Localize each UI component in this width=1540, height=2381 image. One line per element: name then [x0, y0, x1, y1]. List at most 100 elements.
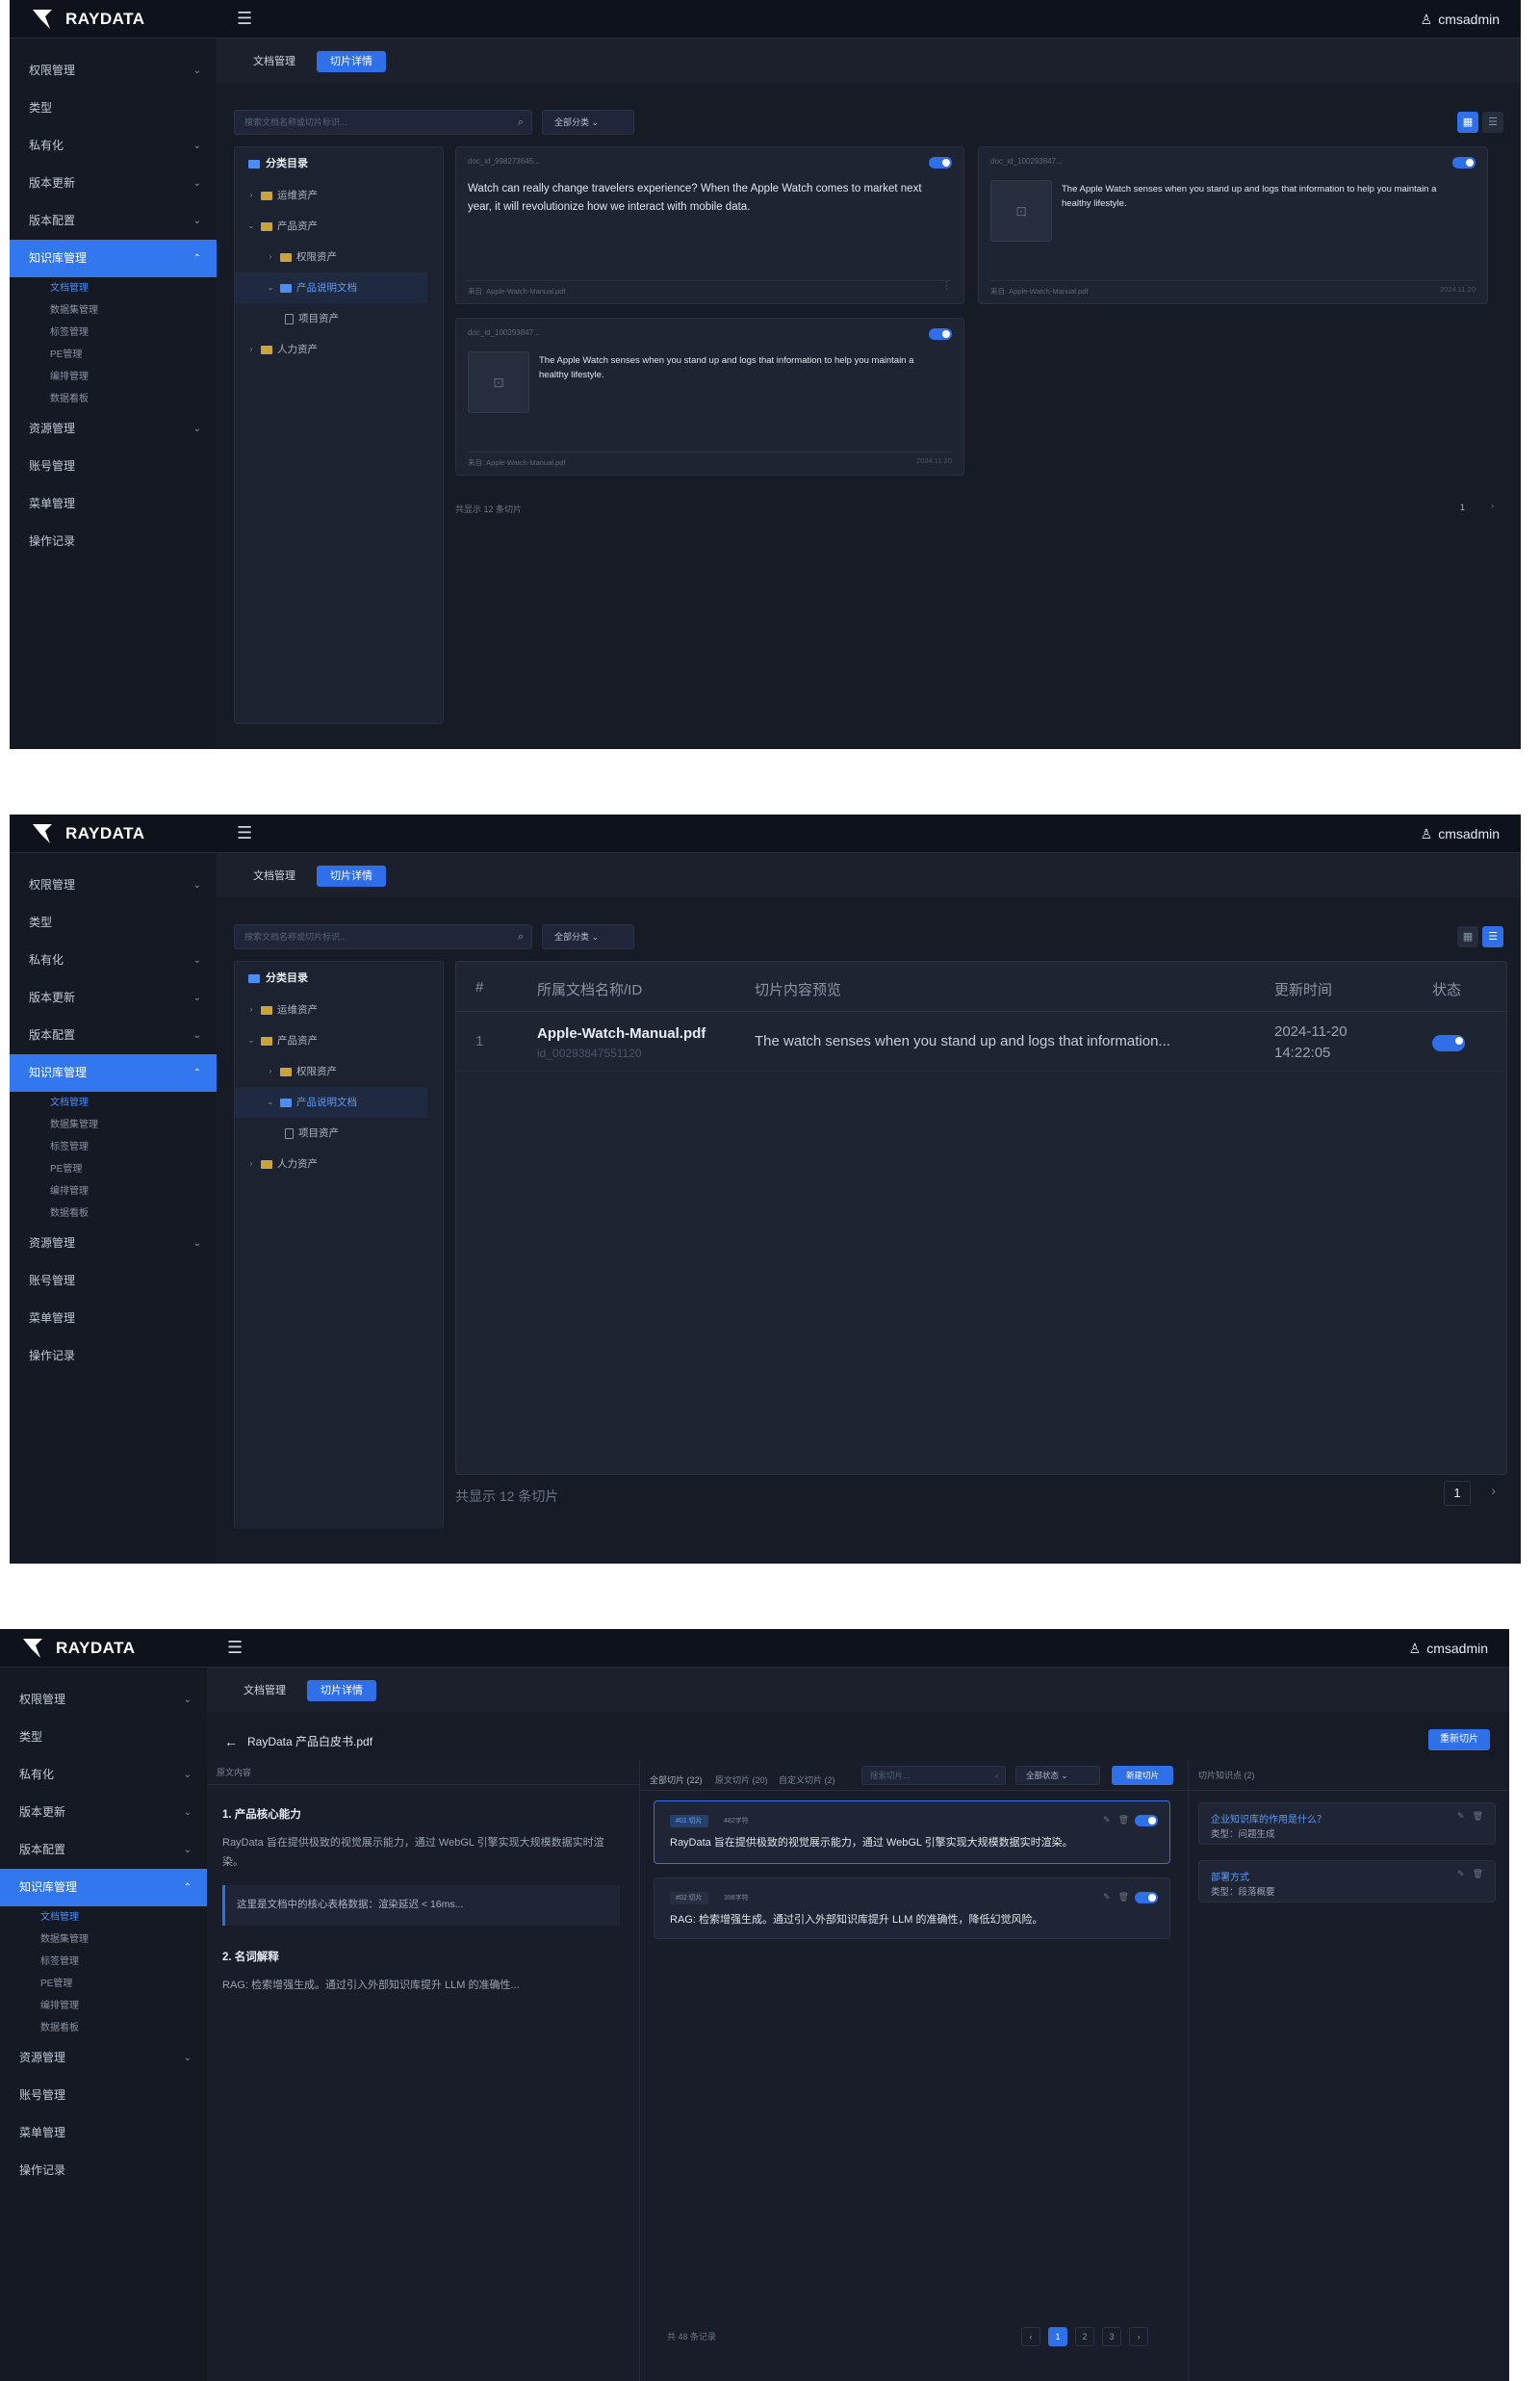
status-toggle[interactable] [929, 157, 952, 168]
back-arrow-icon[interactable]: ← [224, 1734, 238, 1749]
sidebar-item-knowledge[interactable]: 知识库管理 ⌃ [10, 240, 217, 277]
sidebar-item-knowledge[interactable]: 知识库管理 ⌃ [10, 1054, 217, 1092]
status-toggle[interactable] [1452, 157, 1476, 168]
new-chunk-button[interactable]: 新建切片 [1112, 1766, 1173, 1785]
search-input[interactable]: 搜索文档名称或切片标识... ⌕ [234, 110, 532, 135]
sidebar-item-oplog[interactable]: 操作记录 [10, 1337, 217, 1375]
sidebar-item-version-config[interactable]: 版本配置 ⌄ [0, 1831, 207, 1869]
sidebar-sub-dataset[interactable]: 数据集管理 [10, 299, 217, 322]
knowledge-item[interactable]: 部署方式 类型：段落概要 ✎ 🗑 [1198, 1860, 1496, 1902]
user-menu[interactable]: ♙ cmsadmin [1421, 0, 1500, 39]
sidebar-item-menu[interactable]: 菜单管理 [0, 2114, 207, 2152]
delete-icon[interactable]: 🗑 [1473, 1869, 1483, 1879]
sidebar-item-version-config[interactable]: 版本配置 ⌄ [10, 202, 217, 240]
edit-icon[interactable]: ✎ [1457, 1811, 1465, 1822]
sidebar-item-type[interactable]: 类型 [10, 90, 217, 127]
doc-name[interactable]: Apple-Watch-Manual.pdf [537, 1025, 706, 1042]
sidebar-item-oplog[interactable]: 操作记录 [10, 523, 217, 560]
sidebar-sub-orchestration[interactable]: 编排管理 [10, 366, 217, 388]
sidebar-item-account[interactable]: 账号管理 [10, 448, 217, 485]
edit-icon[interactable]: ✎ [1103, 1892, 1111, 1902]
status-select[interactable]: 全部状态 ⌄ [1015, 1766, 1100, 1785]
edit-icon[interactable]: ✎ [1457, 1869, 1465, 1879]
sidebar-item-resource[interactable]: 资源管理 ⌄ [0, 2039, 207, 2077]
tree-node[interactable]: › 运维资产 [235, 995, 443, 1025]
status-toggle[interactable] [1432, 1035, 1465, 1051]
menu-collapse-icon[interactable]: ☰ [237, 822, 258, 843]
delete-icon[interactable]: 🗑 [1118, 1815, 1129, 1825]
sidebar-sub-dataset[interactable]: 数据集管理 [0, 1928, 207, 1951]
sidebar-sub-dashboard[interactable]: 数据看板 [10, 388, 217, 410]
sidebar-sub-tags[interactable]: 标签管理 [10, 322, 217, 344]
tree-node[interactable]: › 权限资产 [235, 242, 443, 272]
tree-node[interactable]: 项目资产 [235, 1118, 443, 1149]
tab-custom-chunks[interactable]: 自定义切片 (2) [779, 1768, 835, 1793]
sidebar-sub-docs[interactable]: 文档管理 [10, 1092, 217, 1114]
logo[interactable]: RAYDATA [31, 815, 223, 853]
tree-node-selected[interactable]: ⌄ 产品说明文档 [235, 1087, 427, 1118]
sidebar-sub-dashboard[interactable]: 数据看板 [0, 2017, 207, 2039]
sidebar-item-oplog[interactable]: 操作记录 [0, 2152, 207, 2189]
tree-node[interactable]: ⌄ 产品资产 [235, 211, 443, 242]
chunk-item-selected[interactable]: #01 切片 482字符 ✎ 🗑 RayData 旨在提供极致的视觉展示能力，通过… [654, 1800, 1170, 1864]
tab-docs[interactable]: 文档管理 [230, 1680, 299, 1701]
sidebar-item-account[interactable]: 账号管理 [0, 2077, 207, 2114]
tab-docs[interactable]: 文档管理 [240, 866, 309, 887]
page-number[interactable]: 1 [1460, 503, 1465, 512]
search-input[interactable]: 搜索文档名称或切片标识... ⌕ [234, 924, 532, 949]
sidebar-sub-docs[interactable]: 文档管理 [0, 1906, 207, 1928]
sidebar-item-resource[interactable]: 资源管理 ⌄ [10, 410, 217, 448]
sidebar-sub-dashboard[interactable]: 数据看板 [10, 1203, 217, 1225]
grid-view-icon[interactable]: ▦ [1457, 112, 1478, 133]
more-icon[interactable]: ⋮ [941, 279, 952, 292]
sidebar-item-version-update[interactable]: 版本更新 ⌄ [0, 1794, 207, 1831]
sidebar-sub-tags[interactable]: 标签管理 [0, 1951, 207, 1973]
sidebar-item-knowledge[interactable]: 知识库管理 ⌃ [0, 1869, 207, 1906]
sidebar-item-type[interactable]: 类型 [10, 904, 217, 942]
sidebar-item-version-update[interactable]: 版本更新 ⌄ [10, 979, 217, 1017]
status-toggle[interactable] [929, 328, 952, 340]
sidebar-sub-pe[interactable]: PE管理 [10, 344, 217, 366]
tree-node[interactable]: › 权限资产 [235, 1056, 443, 1087]
edit-icon[interactable]: ✎ [1103, 1815, 1111, 1825]
knowledge-item[interactable]: 企业知识库的作用是什么？ 类型：问题生成 ✎ 🗑 [1198, 1802, 1496, 1845]
chunk-card[interactable]: doc_id_100293847... ⊡ The Apple Watch se… [455, 318, 964, 476]
sidebar-sub-orchestration[interactable]: 编排管理 [10, 1180, 217, 1203]
page-3[interactable]: 3 [1102, 2327, 1121, 2346]
sidebar-item-private[interactable]: 私有化 ⌄ [0, 1756, 207, 1794]
list-view-icon[interactable]: ☰ [1482, 926, 1503, 947]
tab-all-chunks[interactable]: 全部切片 (22) [650, 1768, 703, 1793]
sidebar-item-resource[interactable]: 资源管理 ⌄ [10, 1225, 217, 1262]
chunk-item[interactable]: #02 切片 398字符 ✎ 🗑 RAG: 检索增强生成。通过引入外部知识库提升 … [654, 1877, 1170, 1939]
menu-collapse-icon[interactable]: ☰ [227, 1637, 248, 1658]
table-row[interactable]: 1 Apple-Watch-Manual.pdf id_002938475511… [456, 1012, 1506, 1072]
delete-icon[interactable]: 🗑 [1473, 1811, 1483, 1822]
sidebar-item-type[interactable]: 类型 [0, 1719, 207, 1756]
menu-collapse-icon[interactable]: ☰ [237, 8, 258, 29]
status-toggle[interactable] [1135, 1815, 1158, 1826]
list-view-icon[interactable]: ☰ [1482, 112, 1503, 133]
sidebar-sub-orchestration[interactable]: 编排管理 [0, 1995, 207, 2017]
page-2[interactable]: 2 [1075, 2327, 1094, 2346]
status-toggle[interactable] [1135, 1892, 1158, 1903]
sidebar-item-version-update[interactable]: 版本更新 ⌄ [10, 165, 217, 202]
chunk-card[interactable]: doc_id_100293847... ⊡ The Apple Watch se… [978, 146, 1488, 304]
sidebar-item-menu[interactable]: 菜单管理 [10, 1300, 217, 1337]
sidebar-item-permission[interactable]: 权限管理 ⌄ [10, 867, 217, 904]
category-select[interactable]: 全部分类 ⌄ [542, 924, 634, 949]
tab-docs[interactable]: 文档管理 [240, 51, 309, 72]
chevron-right-icon[interactable]: › [1491, 501, 1494, 510]
user-menu[interactable]: ♙ cmsadmin [1409, 1629, 1488, 1668]
tree-node-selected[interactable]: ⌄ 产品说明文档 [235, 272, 427, 303]
sidebar-item-permission[interactable]: 权限管理 ⌄ [10, 52, 217, 90]
sidebar-sub-pe[interactable]: PE管理 [10, 1158, 217, 1180]
logo[interactable]: RAYDATA [21, 1629, 214, 1668]
sidebar-sub-pe[interactable]: PE管理 [0, 1973, 207, 1995]
tab-raw-chunks[interactable]: 原文切片 (20) [715, 1768, 768, 1793]
sidebar-item-menu[interactable]: 菜单管理 [10, 485, 217, 523]
page-number[interactable]: 1 [1444, 1481, 1471, 1506]
sidebar-sub-tags[interactable]: 标签管理 [10, 1136, 217, 1158]
chevron-right-icon[interactable]: › [1129, 2327, 1148, 2346]
chevron-left-icon[interactable]: ‹ [1021, 2327, 1040, 2346]
regenerate-button[interactable]: 重新切片 [1428, 1729, 1490, 1750]
